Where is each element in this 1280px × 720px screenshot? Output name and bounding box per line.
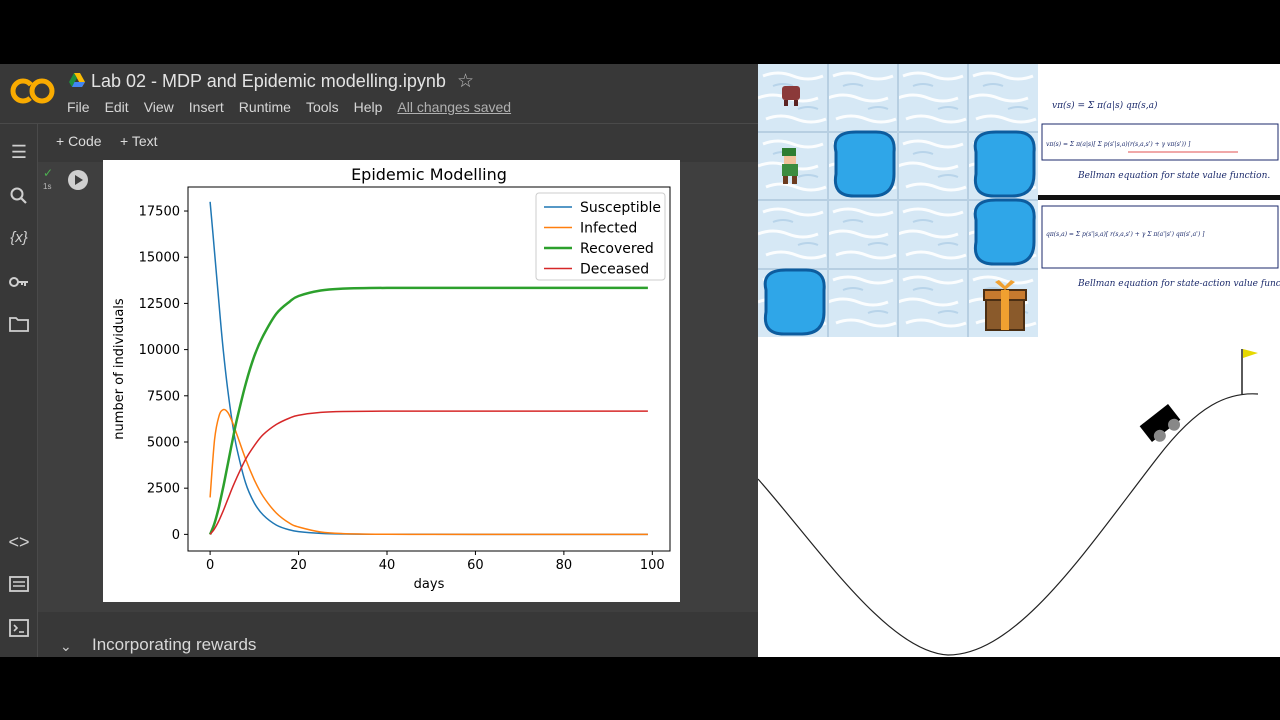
cell-gutter: ✓ 1s bbox=[38, 162, 58, 612]
menu-file[interactable]: File bbox=[67, 99, 90, 115]
command-palette-icon[interactable] bbox=[8, 573, 30, 595]
add-code-button[interactable]: + Code bbox=[56, 133, 102, 149]
bellman-notes: vπ(s) = Σ π(a|s) qπ(s,a) vπ(s) = Σ π(a|s… bbox=[1038, 64, 1280, 309]
search-icon[interactable] bbox=[8, 185, 30, 207]
goal-flag-icon bbox=[1243, 349, 1258, 358]
execution-time: 1s bbox=[43, 182, 52, 191]
y-tick-label: 2500 bbox=[147, 482, 180, 497]
car-icon bbox=[1139, 404, 1181, 442]
chevron-down-icon[interactable]: ⌄ bbox=[60, 638, 72, 655]
legend-label-recovered: Recovered bbox=[580, 241, 654, 257]
mountain-car-env bbox=[758, 337, 1280, 657]
y-tick-label: 5000 bbox=[147, 435, 180, 450]
x-tick-label: 20 bbox=[290, 558, 307, 573]
y-tick-label: 12500 bbox=[139, 297, 180, 312]
menu-edit[interactable]: Edit bbox=[105, 99, 129, 115]
legend-label-deceased: Deceased bbox=[580, 262, 649, 278]
section-heading[interactable]: Incorporating rewards bbox=[92, 635, 256, 655]
key-icon[interactable] bbox=[8, 271, 30, 293]
star-icon[interactable]: ☆ bbox=[457, 70, 474, 93]
chart-title: Epidemic Modelling bbox=[351, 165, 507, 184]
menu-bar: File Edit View Insert Runtime Tools Help… bbox=[67, 99, 526, 115]
y-tick-label: 0 bbox=[172, 528, 180, 543]
y-axis-label: number of individuals bbox=[112, 298, 127, 440]
add-text-button[interactable]: + Text bbox=[120, 133, 158, 149]
x-tick-label: 40 bbox=[379, 558, 396, 573]
menu-view[interactable]: View bbox=[144, 99, 174, 115]
equation-2: vπ(s) = Σ π(a|s)[ Σ p(s'|s,a)(r(s,a,s') … bbox=[1046, 141, 1191, 148]
caption-state-value: Bellman equation for state value functio… bbox=[1077, 171, 1270, 181]
run-cell-button[interactable] bbox=[68, 170, 88, 190]
equation-3: qπ(s,a) = Σ p(s'|s,a)[ r(s,a,s') + γ Σ π… bbox=[1046, 231, 1205, 238]
series-line-infected bbox=[209, 408, 648, 536]
x-axis-label: days bbox=[414, 577, 445, 592]
menu-runtime[interactable]: Runtime bbox=[239, 99, 291, 115]
variables-icon[interactable]: {x} bbox=[8, 227, 30, 249]
terminal-icon[interactable] bbox=[8, 617, 30, 639]
notebook-title[interactable]: Lab 02 - MDP and Epidemic modelling.ipyn… bbox=[91, 71, 446, 92]
mountain-car-top-strip bbox=[1038, 309, 1280, 337]
check-icon: ✓ bbox=[43, 166, 54, 180]
code-snippets-icon[interactable]: <> bbox=[8, 531, 30, 553]
x-tick-label: 60 bbox=[467, 558, 484, 573]
folder-icon[interactable] bbox=[8, 313, 30, 335]
equation-1: vπ(s) = Σ π(a|s) qπ(s,a) bbox=[1052, 100, 1158, 111]
left-rail: ☰ {x} <> bbox=[0, 124, 38, 657]
y-tick-label: 17500 bbox=[139, 205, 180, 220]
menu-help[interactable]: Help bbox=[354, 99, 383, 115]
chart-output: Epidemic Modelling days number of individu… bbox=[103, 160, 680, 602]
legend-label-susceptible: Susceptible bbox=[580, 200, 661, 216]
caption-action-value: Bellman equation for state-action value … bbox=[1077, 279, 1280, 289]
x-tick-label: 80 bbox=[556, 558, 573, 573]
menu-insert[interactable]: Insert bbox=[189, 99, 224, 115]
y-tick-label: 15000 bbox=[139, 251, 180, 266]
toc-icon[interactable]: ☰ bbox=[8, 141, 30, 163]
legend-label-infected: Infected bbox=[580, 221, 637, 237]
drive-icon[interactable] bbox=[69, 73, 85, 87]
notebook-header: Lab 02 - MDP and Epidemic modelling.ipyn… bbox=[0, 64, 758, 124]
y-tick-label: 7500 bbox=[147, 389, 180, 404]
save-status-link[interactable]: All changes saved bbox=[397, 99, 511, 115]
frozen-lake-env bbox=[758, 64, 1038, 337]
colab-logo[interactable] bbox=[10, 76, 56, 106]
x-tick-label: 100 bbox=[640, 558, 665, 573]
y-tick-label: 10000 bbox=[139, 343, 180, 358]
x-tick-label: 0 bbox=[206, 558, 214, 573]
screen: Lab 02 - MDP and Epidemic modelling.ipyn… bbox=[0, 0, 1280, 720]
series-line-deceased bbox=[209, 410, 648, 535]
menu-tools[interactable]: Tools bbox=[306, 99, 339, 115]
notebook-toolbar: + Code + Text bbox=[38, 124, 758, 162]
